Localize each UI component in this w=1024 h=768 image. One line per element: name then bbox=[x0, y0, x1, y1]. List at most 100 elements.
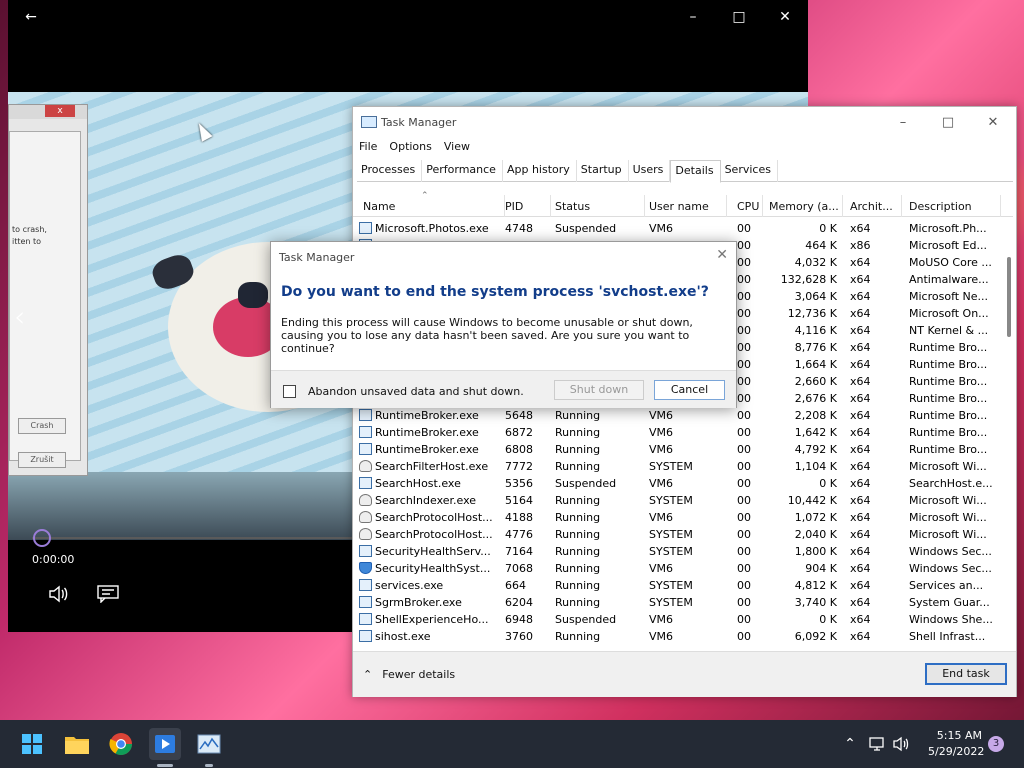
tab-services[interactable]: Services bbox=[721, 160, 778, 182]
start-icon[interactable] bbox=[16, 728, 48, 760]
cell-user: SYSTEM bbox=[649, 460, 693, 473]
network-icon[interactable] bbox=[868, 734, 888, 754]
fewer-details-toggle[interactable]: ⌃ Fewer details bbox=[363, 668, 455, 681]
file-explorer-icon[interactable] bbox=[61, 728, 93, 760]
notification-badge[interactable]: 3 bbox=[988, 736, 1004, 752]
table-row[interactable]: services.exe 664 Running SYSTEM 00 4,812 K x64… bbox=[353, 577, 1001, 594]
table-row[interactable]: SearchProtocolHost... 4776 Running SYSTEM 00… bbox=[353, 526, 1001, 543]
embedded-crash-button: Crash bbox=[18, 418, 66, 434]
table-row[interactable]: SecurityHealthSyst... 7068 Running VM6 00 904… bbox=[353, 560, 1001, 577]
chrome-icon[interactable] bbox=[105, 728, 137, 760]
minimize-icon[interactable]: – bbox=[670, 0, 716, 34]
cell-desc: Antimalware... bbox=[909, 273, 989, 286]
volume-icon[interactable] bbox=[892, 734, 912, 754]
maximize-icon[interactable]: □ bbox=[716, 0, 762, 34]
tab-users[interactable]: Users bbox=[629, 160, 671, 182]
cell-user: SYSTEM bbox=[649, 579, 693, 592]
minimize-icon[interactable]: – bbox=[880, 107, 926, 137]
abandon-data-label[interactable]: Abandon unsaved data and shut down. bbox=[308, 385, 524, 398]
tab-details[interactable]: Details bbox=[670, 160, 721, 183]
volume-icon[interactable] bbox=[46, 582, 70, 606]
table-row[interactable]: SgrmBroker.exe 6204 Running SYSTEM 00 3,740 K… bbox=[353, 594, 1001, 611]
table-scrollbar[interactable] bbox=[1007, 257, 1011, 337]
cell-status: Running bbox=[555, 630, 601, 643]
table-row[interactable]: SecurityHealthServ... 7164 Running SYSTEM 00… bbox=[353, 543, 1001, 560]
cell-pid: 6204 bbox=[505, 596, 533, 609]
menu-file[interactable]: File bbox=[359, 140, 377, 153]
cell-desc: Services an... bbox=[909, 579, 984, 592]
cell-desc: Windows She... bbox=[909, 613, 993, 626]
cell-status: Running bbox=[555, 409, 601, 422]
cell-pid: 664 bbox=[505, 579, 526, 592]
maximize-icon[interactable]: □ bbox=[925, 107, 971, 137]
cell-cpu: 00 bbox=[737, 579, 751, 592]
cell-pid: 7164 bbox=[505, 545, 533, 558]
dialog-message: Ending this process will cause Windows t… bbox=[281, 316, 693, 355]
cell-arch: x64 bbox=[850, 273, 871, 286]
cell-mem: 1,642 K bbox=[794, 426, 837, 439]
cell-arch: x64 bbox=[850, 409, 871, 422]
cell-name: SgrmBroker.exe bbox=[375, 596, 462, 609]
cell-desc: Runtime Bro... bbox=[909, 375, 988, 388]
cell-desc: Runtime Bro... bbox=[909, 426, 988, 439]
menu-view[interactable]: View bbox=[444, 140, 470, 153]
dialog-close-icon[interactable]: ✕ bbox=[716, 247, 728, 263]
process-icon bbox=[359, 596, 372, 608]
cell-mem: 3,740 K bbox=[794, 596, 837, 609]
cell-cpu: 00 bbox=[737, 392, 751, 405]
shut-down-button[interactable]: Shut down bbox=[554, 380, 644, 400]
table-row[interactable]: RuntimeBroker.exe 6808 Running VM6 00 4,792 K… bbox=[353, 441, 1001, 458]
cell-arch: x64 bbox=[850, 494, 871, 507]
process-icon bbox=[359, 579, 372, 591]
cell-desc: Microsoft Wi... bbox=[909, 460, 987, 473]
column-description[interactable]: Description bbox=[905, 195, 1001, 217]
cell-name: SearchProtocolHost... bbox=[375, 528, 493, 541]
table-row[interactable]: Microsoft.Photos.exe 4748 Suspended VM6 00 0 … bbox=[353, 220, 1001, 237]
column-user-name[interactable]: User name bbox=[645, 195, 727, 217]
column-pid[interactable]: PID bbox=[501, 195, 551, 217]
captions-icon[interactable] bbox=[96, 582, 120, 606]
end-task-button[interactable]: End task bbox=[925, 663, 1007, 685]
back-arrow-icon[interactable]: ← bbox=[8, 0, 54, 34]
table-row[interactable]: SearchFilterHost.exe 7772 Running SYSTEM 00 1… bbox=[353, 458, 1001, 475]
cell-arch: x64 bbox=[850, 562, 871, 575]
previous-chevron-icon[interactable]: ‹ bbox=[14, 300, 25, 333]
cell-arch: x64 bbox=[850, 477, 871, 490]
table-row[interactable]: SearchProtocolHost... 4188 Running VM6 00 1,0… bbox=[353, 509, 1001, 526]
table-row[interactable]: SearchIndexer.exe 5164 Running SYSTEM 00 10,4… bbox=[353, 492, 1001, 509]
column-name[interactable]: Name bbox=[359, 195, 505, 217]
cell-arch: x64 bbox=[850, 222, 871, 235]
chevron-up-icon[interactable]: ⌃ bbox=[840, 734, 860, 754]
close-icon[interactable]: ✕ bbox=[762, 0, 808, 34]
cell-user: VM6 bbox=[649, 443, 674, 456]
cell-pid: 5356 bbox=[505, 477, 533, 490]
column-cpu[interactable]: CPU bbox=[733, 195, 763, 217]
cell-pid: 7772 bbox=[505, 460, 533, 473]
cancel-button[interactable]: Cancel bbox=[654, 380, 725, 400]
column-architecture[interactable]: Archit... bbox=[846, 195, 902, 217]
close-icon[interactable]: ✕ bbox=[970, 107, 1016, 137]
table-row[interactable]: sihost.exe 3760 Running VM6 00 6,092 K x64 Shel… bbox=[353, 628, 1001, 645]
cell-arch: x86 bbox=[850, 239, 871, 252]
cell-cpu: 00 bbox=[737, 596, 751, 609]
tab-app-history[interactable]: App history bbox=[503, 160, 577, 182]
table-row[interactable]: ShellExperienceHo... 6948 Suspended VM6 00 0 … bbox=[353, 611, 1001, 628]
table-row[interactable]: RuntimeBroker.exe 6872 Running VM6 00 1,642 K… bbox=[353, 424, 1001, 441]
taskbar: ⌃ 5:15 AM 5/29/2022 3 bbox=[0, 720, 1024, 768]
tab-processes[interactable]: Processes bbox=[357, 160, 423, 182]
column-memory[interactable]: Memory (a... bbox=[765, 195, 843, 217]
seek-thumb[interactable] bbox=[33, 529, 51, 547]
cell-desc: Windows Sec... bbox=[909, 562, 992, 575]
table-row[interactable]: SearchHost.exe 5356 Suspended VM6 00 0 K x64 Se… bbox=[353, 475, 1001, 492]
column-status[interactable]: Status bbox=[551, 195, 645, 217]
media-player-icon[interactable] bbox=[149, 728, 181, 760]
table-row[interactable]: RuntimeBroker.exe 5648 Running VM6 00 2,208 K… bbox=[353, 407, 1001, 424]
menu-options[interactable]: Options bbox=[389, 140, 431, 153]
tab-performance[interactable]: Performance bbox=[422, 160, 503, 182]
task-manager-taskbar-icon[interactable] bbox=[193, 728, 225, 760]
tab-startup[interactable]: Startup bbox=[577, 160, 629, 182]
clock[interactable]: 5:15 AM 5/29/2022 bbox=[928, 728, 984, 760]
embedded-dialog-text: to crash, itten to bbox=[12, 224, 47, 248]
abandon-data-checkbox[interactable] bbox=[283, 385, 296, 398]
end-process-dialog: Task Manager ✕ Do you want to end the sy… bbox=[270, 241, 737, 408]
